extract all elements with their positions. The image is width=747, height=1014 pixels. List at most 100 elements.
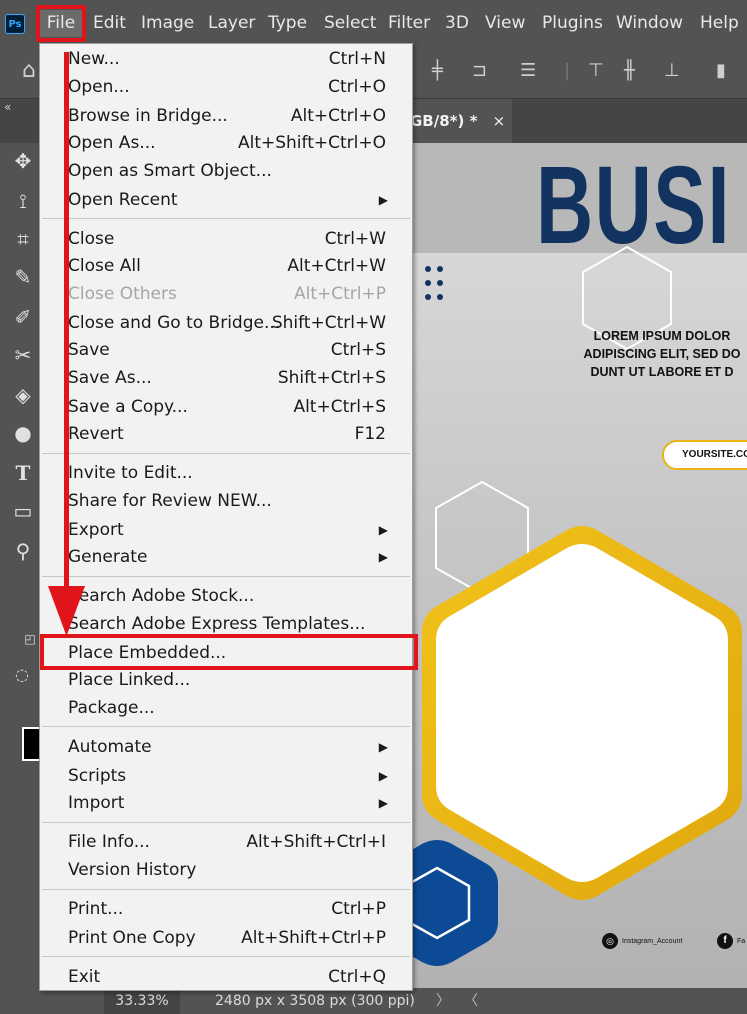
quick-mask-icon[interactable]: ◌ — [10, 663, 34, 687]
menu-item-shortcut: Alt+Ctrl+S — [293, 397, 386, 417]
menu-item-open-smart-object[interactable]: Open as Smart Object... — [68, 158, 388, 184]
menu-item-export[interactable]: Export ▶ — [68, 517, 388, 543]
type-icon[interactable]: T — [11, 461, 35, 485]
submenu-arrow-icon: ▶ — [378, 193, 388, 207]
zoom-icon[interactable]: ⚲ — [11, 539, 35, 563]
menu-select[interactable]: Select — [324, 10, 376, 37]
menu-item-exit[interactable]: Exit Ctrl+Q — [68, 964, 388, 990]
menu-item-label: Place Linked... — [68, 670, 191, 690]
menu-item-label: Package... — [68, 698, 155, 718]
menu-item-revert[interactable]: Revert F12 — [68, 421, 388, 447]
instagram-icon: ◎ — [602, 933, 618, 949]
menu-image[interactable]: Image — [141, 10, 194, 37]
menu-item-browse-in-bridge[interactable]: Browse in Bridge... Alt+Ctrl+O — [68, 103, 388, 129]
menu-item-label: Print... — [68, 899, 124, 919]
menu-item-automate[interactable]: Automate ▶ — [68, 734, 388, 760]
menu-item-close-go-bridge[interactable]: Close and Go to Bridge... Shift+Ctrl+W — [68, 310, 388, 336]
menu-item-shortcut: Alt+Shift+Ctrl+I — [246, 832, 386, 852]
align-top-icon[interactable]: ⊤ — [588, 60, 604, 81]
menu-item-package[interactable]: Package... — [68, 695, 388, 721]
file-menu-dropdown: New... Ctrl+N Open... Ctrl+O Browse in Bri… — [39, 43, 413, 991]
menu-item-print[interactable]: Print... Ctrl+P — [68, 896, 388, 922]
distribute-center-icon[interactable]: ╫ — [624, 60, 635, 81]
menu-view[interactable]: View — [485, 10, 525, 37]
menu-item-invite-to-edit[interactable]: Invite to Edit... — [68, 460, 388, 486]
menu-item-label: Automate — [68, 737, 152, 757]
menu-item-shortcut: Ctrl+O — [328, 77, 386, 97]
menu-item-generate[interactable]: Generate ▶ — [68, 544, 388, 570]
menu-layer[interactable]: Layer — [208, 10, 255, 37]
menu-help[interactable]: Help — [700, 10, 739, 37]
panel-collapse-icon[interactable]: « — [4, 100, 11, 114]
facebook-handle: f Fa — [717, 933, 745, 949]
menu-item-save[interactable]: Save Ctrl+S — [68, 337, 388, 363]
distribute-icon[interactable]: ▮ — [716, 60, 726, 81]
menu-item-open[interactable]: Open... Ctrl+O — [68, 74, 388, 100]
menu-item-new[interactable]: New... Ctrl+N — [68, 46, 388, 72]
crop-icon[interactable]: ⌗ — [11, 227, 35, 251]
scroll-left-icon[interactable]: 〈 — [464, 988, 478, 1014]
menu-bar: Ps File Edit Image Layer Type Select Fil… — [0, 0, 747, 46]
menu-item-shortcut: Alt+Shift+Ctrl+O — [237, 133, 386, 153]
brush-icon[interactable]: ✐ — [11, 305, 35, 329]
menu-item-version-history[interactable]: Version History — [68, 857, 388, 883]
document-canvas[interactable]: BUSI LOREM IPSUM DOLOR ADIPISCING ELIT, … — [412, 143, 747, 988]
menu-item-label: Close and Go to Bridge... — [68, 313, 281, 333]
menu-item-scripts[interactable]: Scripts ▶ — [68, 763, 388, 789]
canvas-subtitle-line: LOREM IPSUM DOLOR — [593, 329, 731, 343]
menu-item-label: Share for Review NEW... — [68, 491, 272, 511]
menu-type[interactable]: Type — [268, 10, 307, 37]
rectangle-icon[interactable]: ▭ — [11, 499, 35, 523]
place-embedded-highlight-box — [40, 634, 418, 670]
menu-item-shortcut: Shift+Ctrl+S — [277, 368, 386, 388]
close-icon[interactable]: × — [493, 112, 506, 130]
menu-filter[interactable]: Filter — [388, 10, 430, 37]
menu-item-close[interactable]: Close Ctrl+W — [68, 226, 388, 252]
navy-hexagon — [412, 840, 498, 966]
menu-edit[interactable]: Edit — [93, 10, 126, 37]
separator-icon: | — [564, 60, 571, 81]
zoom-level[interactable]: 33.33% — [104, 988, 180, 1014]
menu-item-shortcut: Alt+Ctrl+W — [287, 256, 386, 276]
menu-item-save-as[interactable]: Save As... Shift+Ctrl+S — [68, 365, 388, 391]
menu-plugins[interactable]: Plugins — [542, 10, 603, 37]
document-tab[interactable]: GB/8*) * × — [404, 99, 512, 143]
status-expand-icon[interactable]: 〉 — [436, 988, 450, 1014]
menu-item-shortcut: Ctrl+S — [330, 340, 386, 360]
menu-item-label: Browse in Bridge... — [68, 106, 228, 126]
menu-item-place-linked[interactable]: Place Linked... — [68, 667, 388, 693]
menu-item-share-for-review[interactable]: Share for Review NEW... — [68, 488, 388, 514]
menu-item-label: Version History — [68, 860, 197, 880]
menu-item-save-copy[interactable]: Save a Copy... Alt+Ctrl+S — [68, 394, 388, 420]
menu-item-close-all[interactable]: Close All Alt+Ctrl+W — [68, 253, 388, 279]
healing-icon[interactable]: ✂ — [11, 343, 35, 367]
menu-item-label: Open as Smart Object... — [68, 161, 272, 181]
align-vcenter-icon[interactable]: ╪ — [432, 60, 443, 81]
menu-3d[interactable]: 3D — [445, 10, 469, 37]
menu-item-label: Search Adobe Stock... — [68, 586, 255, 606]
submenu-arrow-icon: ▶ — [378, 796, 388, 810]
menu-item-shortcut: Ctrl+P — [331, 899, 386, 919]
menu-item-search-adobe-stock[interactable]: Search Adobe Stock... — [68, 583, 388, 609]
canvas-subtitle: LOREM IPSUM DOLOR ADIPISCING ELIT, SED D… — [567, 327, 747, 381]
menu-item-shortcut: F12 — [354, 424, 386, 444]
menu-item-open-as[interactable]: Open As... Alt+Shift+Ctrl+O — [68, 130, 388, 156]
menu-separator — [42, 218, 410, 219]
align-bottom-icon[interactable]: ⊥ — [664, 60, 680, 81]
menu-item-import[interactable]: Import ▶ — [68, 790, 388, 816]
lasso-icon[interactable]: ⟟ — [11, 189, 35, 213]
dodge-icon[interactable]: ● — [11, 421, 35, 445]
menu-window[interactable]: Window — [616, 10, 683, 37]
align-hcenter-icon[interactable]: ☰ — [520, 60, 536, 81]
menu-item-shortcut: Alt+Ctrl+P — [293, 284, 386, 304]
eyedropper-icon[interactable]: ✎ — [11, 265, 35, 289]
menu-item-label: Scripts — [68, 766, 127, 786]
menu-item-open-recent[interactable]: Open Recent ▶ — [68, 187, 388, 213]
move-icon[interactable]: ✥ — [11, 149, 35, 173]
bucket-icon[interactable]: ◈ — [11, 383, 35, 407]
submenu-arrow-icon: ▶ — [378, 769, 388, 783]
home-icon[interactable]: ⌂ — [22, 58, 36, 83]
align-right-icon[interactable]: ⊐ — [472, 60, 487, 81]
menu-item-print-one-copy[interactable]: Print One Copy Alt+Shift+Ctrl+P — [68, 925, 388, 951]
menu-item-file-info[interactable]: File Info... Alt+Shift+Ctrl+I — [68, 829, 388, 855]
